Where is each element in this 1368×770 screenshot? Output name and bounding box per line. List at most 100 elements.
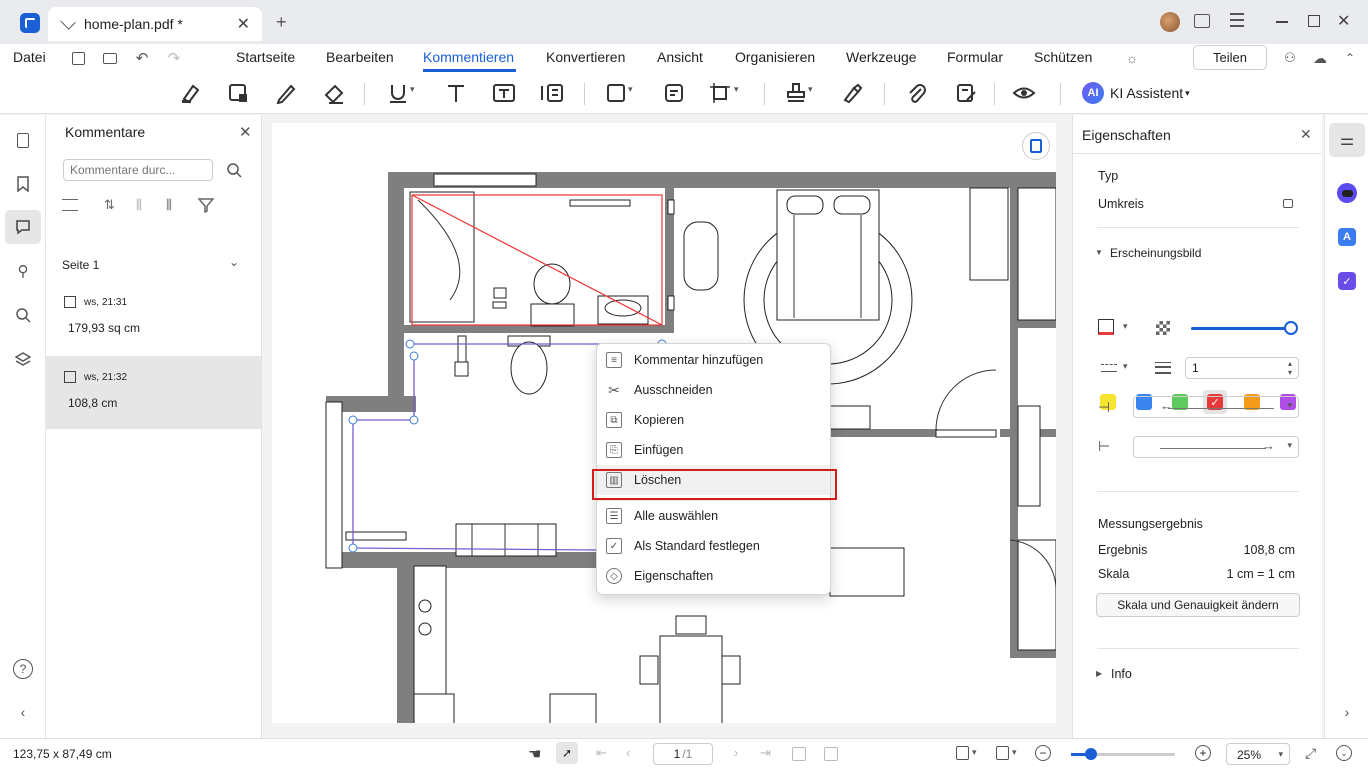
menu-ansicht[interactable]: Ansicht bbox=[657, 49, 703, 65]
lock-icon[interactable] bbox=[1283, 199, 1293, 208]
menu-schuetzen[interactable]: Schützen bbox=[1034, 49, 1092, 65]
zoom-in-icon[interactable]: + bbox=[1195, 745, 1211, 761]
menu-item-select-all[interactable]: ☰ Alle auswählen bbox=[597, 501, 830, 531]
zoom-select[interactable]: 25% ▾ bbox=[1226, 743, 1290, 765]
lightbulb-icon[interactable]: ☼ bbox=[1120, 46, 1144, 70]
thumbnails-icon[interactable] bbox=[11, 128, 35, 152]
area-highlight-icon[interactable] bbox=[224, 80, 252, 106]
help-icon[interactable]: ? bbox=[11, 657, 35, 681]
attachment-rail-icon[interactable]: ⚲ bbox=[11, 259, 35, 283]
fit-page-icon[interactable] bbox=[824, 747, 838, 761]
start-arrow-select[interactable]: ← ▾ bbox=[1133, 396, 1299, 418]
upload-cloud-icon[interactable]: ☁ bbox=[1308, 46, 1332, 70]
line-width-input[interactable]: 1 ▴ ▾ bbox=[1185, 357, 1299, 379]
author-filter-icon[interactable]: ⫼ bbox=[136, 197, 142, 213]
save-icon[interactable] bbox=[66, 46, 90, 70]
share-button[interactable]: Teilen bbox=[1193, 45, 1267, 70]
fullscreen-icon[interactable]: ⤢ bbox=[1305, 745, 1316, 762]
bookmark-icon[interactable] bbox=[11, 172, 35, 196]
attachment-icon[interactable] bbox=[902, 80, 930, 106]
menu-item-properties[interactable]: ◇ Eigenschaften bbox=[597, 561, 830, 591]
textbox-icon[interactable] bbox=[490, 80, 518, 106]
menu-formular[interactable]: Formular bbox=[947, 49, 1003, 65]
menu-icon[interactable] bbox=[1230, 13, 1244, 27]
column-filter-icon[interactable]: ⫼ bbox=[166, 197, 172, 213]
expand-right-icon[interactable]: › bbox=[1335, 700, 1359, 724]
next-page-icon[interactable]: › bbox=[734, 745, 738, 760]
translate-icon[interactable]: A bbox=[1335, 225, 1359, 249]
callout-icon[interactable] bbox=[538, 80, 566, 106]
eye-icon[interactable] bbox=[1010, 80, 1038, 106]
opacity-slider-track[interactable] bbox=[1191, 321, 1298, 335]
prev-page-icon[interactable]: ‹ bbox=[626, 745, 630, 760]
page-select-dropdown-icon[interactable]: ▾ bbox=[972, 747, 977, 758]
zoom-slider-track[interactable] bbox=[1071, 748, 1175, 760]
comment-item-selected[interactable]: ws, 21:32 108,8 cm bbox=[46, 356, 261, 429]
close-window-icon[interactable]: ✕ bbox=[1337, 11, 1350, 31]
comments-search-input[interactable] bbox=[63, 159, 213, 181]
menu-item-copy[interactable]: ⧉ Kopieren bbox=[597, 405, 830, 435]
edit-form-icon[interactable] bbox=[952, 80, 980, 106]
menu-konvertieren[interactable]: Konvertieren bbox=[546, 49, 625, 65]
eraser-icon[interactable] bbox=[320, 80, 348, 106]
menu-kommentieren[interactable]: Kommentieren bbox=[423, 49, 514, 65]
feedback-icon[interactable] bbox=[1194, 14, 1210, 28]
stamp-icon[interactable] bbox=[782, 80, 810, 106]
info-toggle-icon[interactable]: ▶ bbox=[1096, 669, 1102, 678]
last-page-icon[interactable]: ⇥ bbox=[760, 745, 771, 761]
text-icon[interactable] bbox=[442, 80, 470, 106]
hand-tool-icon[interactable]: ☚ bbox=[528, 745, 541, 763]
page-display-icon[interactable] bbox=[1022, 132, 1050, 160]
collapse-ribbon-icon[interactable]: ⌃ bbox=[1338, 46, 1362, 70]
shape-dropdown-icon[interactable]: ▾ bbox=[628, 84, 633, 95]
line-style-icon[interactable] bbox=[1101, 364, 1117, 372]
search-rail-icon[interactable] bbox=[11, 303, 35, 327]
search-icon[interactable] bbox=[226, 162, 242, 183]
select-tool-button[interactable]: ➚ bbox=[556, 742, 578, 764]
ai-assistant-button[interactable]: AI KI Assistent ▾ bbox=[1082, 81, 1190, 105]
maximize-icon[interactable] bbox=[1308, 15, 1320, 27]
rotate-icon[interactable] bbox=[792, 747, 806, 761]
page-select-icon[interactable] bbox=[956, 746, 969, 760]
line-style-dropdown-icon[interactable]: ▾ bbox=[1123, 361, 1128, 372]
undo-icon[interactable]: ↶ bbox=[130, 46, 154, 70]
layers-icon[interactable] bbox=[11, 347, 35, 371]
view-mode-dropdown-icon[interactable]: ▾ bbox=[1012, 747, 1017, 758]
stamp-dropdown-icon[interactable]: ▾ bbox=[808, 84, 813, 95]
pencil-icon[interactable] bbox=[272, 80, 300, 106]
menu-bearbeiten[interactable]: Bearbeiten bbox=[326, 49, 394, 65]
zoom-out-icon[interactable]: − bbox=[1035, 745, 1051, 761]
page-group-toggle-icon[interactable]: ⌄ bbox=[229, 255, 239, 269]
stroke-color-picker[interactable] bbox=[1098, 319, 1114, 335]
redo-icon[interactable]: ↷ bbox=[162, 46, 186, 70]
status-menu-icon[interactable]: ⌄ bbox=[1336, 745, 1352, 761]
stepper-arrows-icon[interactable]: ▴ ▾ bbox=[1288, 359, 1292, 377]
comment-item[interactable]: ws, 21:31 179,93 sq cm bbox=[46, 285, 261, 355]
note-icon[interactable] bbox=[660, 80, 688, 106]
avatar[interactable] bbox=[1160, 12, 1180, 32]
task-check-icon[interactable]: ✓ bbox=[1335, 269, 1359, 293]
measure-icon[interactable] bbox=[706, 80, 734, 106]
comment-icon[interactable] bbox=[11, 215, 35, 239]
minimize-icon[interactable] bbox=[1276, 21, 1288, 23]
new-tab-button[interactable]: + bbox=[276, 12, 287, 33]
document-tab[interactable]: home-plan.pdf * ✕ bbox=[48, 7, 262, 41]
zoom-slider-handle[interactable] bbox=[1085, 748, 1097, 760]
organize-icon[interactable]: ⚇ bbox=[1278, 46, 1302, 70]
end-arrow-select[interactable]: → ▾ bbox=[1133, 436, 1299, 458]
signature-icon[interactable] bbox=[838, 80, 866, 106]
view-mode-icon[interactable] bbox=[996, 746, 1009, 760]
expand-all-icon[interactable] bbox=[62, 199, 78, 211]
opacity-slider-handle[interactable] bbox=[1283, 321, 1298, 335]
stroke-color-dropdown-icon[interactable]: ▾ bbox=[1123, 321, 1128, 332]
change-scale-button[interactable]: Skala und Genauigkeit ändern bbox=[1096, 593, 1300, 617]
print-icon[interactable] bbox=[98, 46, 122, 70]
menu-item-paste[interactable]: ⎘ Einfügen bbox=[597, 435, 830, 465]
menu-startseite[interactable]: Startseite bbox=[236, 49, 295, 65]
underline-icon[interactable] bbox=[384, 80, 412, 106]
appearance-toggle-icon[interactable]: ▼ bbox=[1095, 248, 1103, 257]
close-comments-icon[interactable]: ✕ bbox=[239, 123, 252, 141]
highlight-icon[interactable] bbox=[176, 80, 204, 106]
measure-dropdown-icon[interactable]: ▾ bbox=[734, 84, 739, 95]
menu-organisieren[interactable]: Organisieren bbox=[735, 49, 815, 65]
